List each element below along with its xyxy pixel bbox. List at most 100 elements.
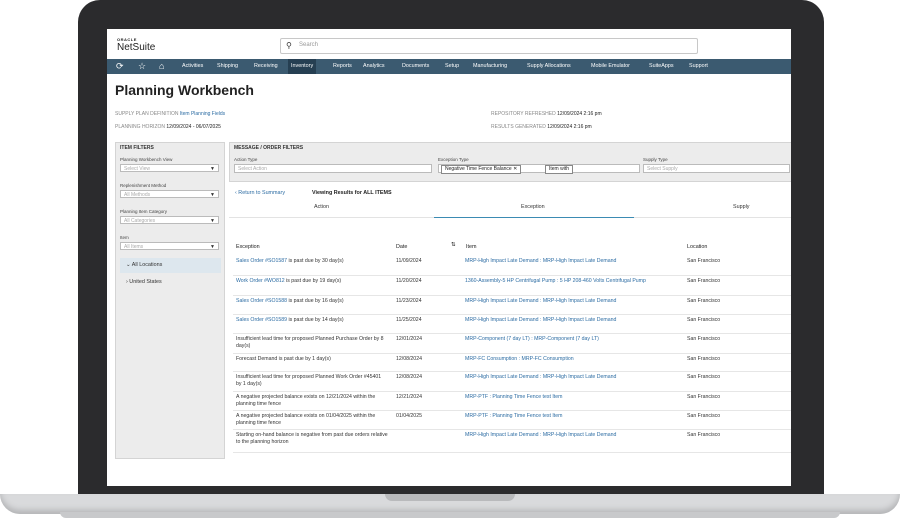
exception-text: A negative projected balance exists on 1…	[236, 394, 376, 407]
nav-documents[interactable]: Documents	[402, 59, 429, 74]
nav-support[interactable]: Support	[689, 59, 708, 74]
method-select[interactable]: All Methods ▼	[120, 190, 219, 198]
table-row[interactable]: A negative projected balance exists on 0…	[233, 410, 791, 430]
nav-manufacturing[interactable]: Manufacturing	[473, 59, 507, 74]
order-link[interactable]: Sales Order #SO1589	[236, 317, 287, 323]
supply-type-select[interactable]: Select Supply	[643, 164, 790, 173]
location-united-states[interactable]: › United States	[120, 275, 221, 290]
method-label: Replenishment Method	[120, 183, 167, 188]
laptop-foot	[60, 512, 840, 518]
location-all-label: All Locations	[131, 262, 163, 268]
table-row[interactable]: Work Order #WO812 is past due by 19 day(…	[233, 275, 791, 296]
search-icon: ⚲	[286, 41, 292, 50]
supply-plan-link[interactable]: Item Planning Fields	[180, 111, 225, 117]
table-row[interactable]: Insufficient lead time for proposed Plan…	[233, 333, 791, 354]
table-row[interactable]: Insufficient lead time for proposed Plan…	[233, 371, 791, 392]
nav-suiteapps[interactable]: SuiteApps	[649, 59, 674, 74]
exception-text: Starting on-hand balance is negative fro…	[236, 432, 388, 445]
recent-icon[interactable]: ⟳	[116, 61, 124, 72]
action-type-label: Action Type	[234, 157, 258, 162]
tab-supply[interactable]: Supply	[733, 204, 749, 210]
col-exception[interactable]: Exception	[236, 244, 260, 250]
nav-analytics[interactable]: Analytics	[363, 59, 385, 74]
table-row[interactable]: Forecast Demand is past due by 1 day(s) 1…	[233, 353, 791, 372]
table-row[interactable]: Sales Order #SO1587 is past due by 30 da…	[233, 255, 791, 276]
table-row[interactable]: A negative projected balance exists on 1…	[233, 391, 791, 411]
order-link[interactable]: Work Order #WO812	[236, 278, 285, 284]
item-link[interactable]: MRP-High Impact Late Demand : MRP-High I…	[465, 317, 680, 324]
item-link[interactable]: MRP-High Impact Late Demand : MRP-High I…	[465, 374, 680, 381]
location-cell: San Francisco	[687, 258, 721, 264]
home-icon[interactable]: ⌂	[159, 61, 164, 71]
item-link[interactable]: MRP-PTF : Planning Time Fence test Item	[465, 413, 680, 420]
exception-cell: Starting on-hand balance is negative fro…	[236, 432, 388, 445]
category-value: All Categories	[124, 218, 156, 224]
tab-action[interactable]: Action	[314, 204, 329, 210]
tag-label: Item with	[549, 166, 570, 172]
item-link[interactable]: 1360-Assembly-5 HP Centrifugal Pump : 5 …	[465, 278, 680, 285]
item-link[interactable]: MRP-Component (7 day LT) : MRP-Component…	[465, 336, 680, 343]
exception-cell: Insufficient lead time for proposed Plan…	[236, 336, 388, 349]
refreshed-label: REPOSITORY REFRESHED	[491, 111, 556, 117]
refreshed-meta: REPOSITORY REFRESHED 12/09/2024 2:16 pm	[491, 111, 602, 117]
col-location[interactable]: Location	[687, 244, 707, 250]
return-label: Return to Summary	[238, 190, 286, 196]
table-row[interactable]: Sales Order #SO1589 is past due by 14 da…	[233, 314, 791, 334]
search-input[interactable]: ⚲ Search	[280, 38, 698, 54]
date-cell: 12/08/2024	[396, 374, 422, 380]
nav-reports[interactable]: Reports	[333, 59, 352, 74]
col-date[interactable]: Date	[396, 244, 407, 250]
netsuite-logo[interactable]: NetSuite	[117, 42, 155, 53]
chevron-down-icon: ▼	[210, 218, 215, 224]
nav-shipping[interactable]: Shipping	[217, 59, 238, 74]
supply-plan-label: SUPPLY PLAN DEFINITION	[115, 111, 179, 117]
exception-cell: A negative projected balance exists on 1…	[236, 394, 388, 407]
date-cell: 12/21/2024	[396, 394, 422, 400]
location-all[interactable]: ⌄ All Locations	[120, 258, 221, 273]
view-select[interactable]: Select View ▼	[120, 164, 219, 172]
exception-cell: Sales Order #SO1588 is past due by 16 da…	[236, 298, 388, 305]
category-select[interactable]: All Categories ▼	[120, 216, 219, 224]
item-link[interactable]: MRP-High Impact Late Demand : MRP-High I…	[465, 258, 680, 265]
main-nav: ⟳ ☆ ⌂ Activities Shipping Receiving Inve…	[107, 59, 791, 74]
item-select[interactable]: All Items ▼	[120, 242, 219, 250]
generated-value: 12/09/2024 2:16 pm	[547, 124, 592, 130]
nav-activities[interactable]: Activities	[182, 59, 203, 74]
nav-receiving[interactable]: Receiving	[254, 59, 278, 74]
table-row[interactable]: Starting on-hand balance is negative fro…	[233, 429, 791, 453]
nav-setup[interactable]: Setup	[445, 59, 459, 74]
item-link[interactable]: MRP-FC Consumption : MRP-FC Consumption	[465, 356, 680, 363]
sort-icon[interactable]: ⇅	[451, 242, 456, 248]
order-link[interactable]: Sales Order #SO1587	[236, 258, 287, 264]
nav-supply-allocations[interactable]: Supply Allocations	[527, 59, 571, 74]
date-cell: 11/09/2024	[396, 258, 422, 264]
return-to-summary-link[interactable]: ‹ Return to Summary	[235, 190, 285, 196]
generated-meta: RESULTS GENERATED 12/09/2024 2:16 pm	[491, 124, 592, 130]
star-icon[interactable]: ☆	[138, 61, 146, 72]
order-link[interactable]: Sales Order #SO1588	[236, 298, 287, 304]
nav-mobile-emulator[interactable]: Mobile Emulator	[591, 59, 630, 74]
location-cell: San Francisco	[687, 336, 721, 342]
date-cell: 11/25/2024	[396, 317, 422, 323]
item-filters-title: ITEM FILTERS	[120, 145, 154, 151]
date-cell: 12/08/2024	[396, 356, 422, 362]
item-link[interactable]: MRP-High Impact Late Demand : MRP-High I…	[465, 432, 680, 439]
page-title: Planning Workbench	[115, 82, 254, 98]
location-cell: San Francisco	[687, 394, 721, 400]
item-link[interactable]: MRP-High Impact Late Demand : MRP-High I…	[465, 298, 680, 305]
action-type-select[interactable]: Select Action	[234, 164, 432, 173]
exception-cell: Sales Order #SO1587 is past due by 30 da…	[236, 258, 388, 265]
exception-cell: Forecast Demand is past due by 1 day(s)	[236, 356, 388, 363]
col-item[interactable]: Item	[466, 244, 476, 250]
message-filters-panel: MESSAGE / ORDER FILTERS Action Type Sele…	[229, 142, 791, 182]
tab-exception[interactable]: Exception	[521, 204, 545, 210]
location-cell: San Francisco	[687, 432, 721, 438]
nav-inventory[interactable]: Inventory	[288, 59, 317, 74]
item-link[interactable]: MRP-PTF : Planning Time Fence test Item	[465, 394, 680, 401]
exception-text: is past due by 19 day(s)	[284, 278, 342, 284]
exception-tag-item-with[interactable]: Item with	[545, 165, 574, 174]
action-type-value: Select Action	[238, 166, 267, 172]
table-row[interactable]: Sales Order #SO1588 is past due by 16 da…	[233, 295, 791, 315]
exception-tag-negative-balance[interactable]: Negative Time Fence Balance ✕	[441, 165, 522, 174]
viewing-results: Viewing Results for ALL ITEMS	[312, 190, 392, 196]
